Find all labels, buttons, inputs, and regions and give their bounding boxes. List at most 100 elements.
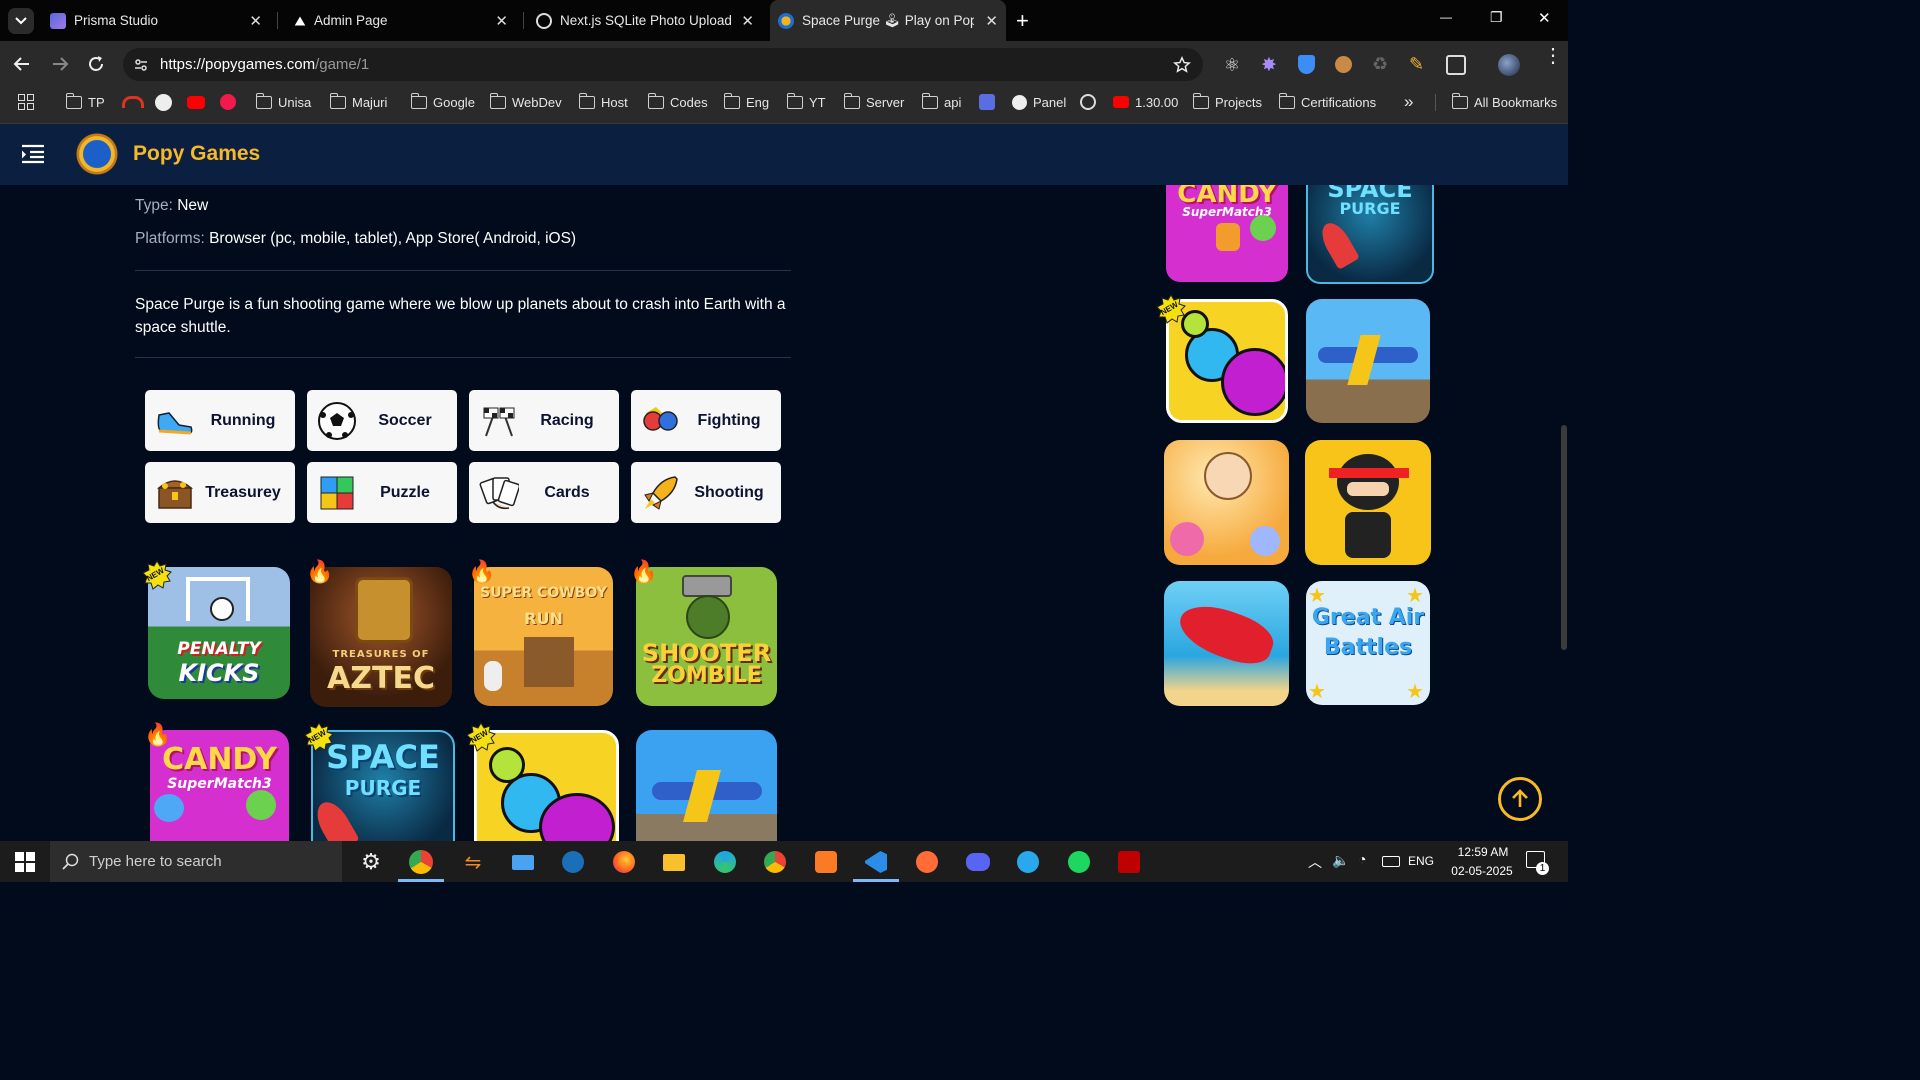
bookmark-host[interactable]: Host bbox=[579, 92, 628, 111]
profile-avatar[interactable] bbox=[1498, 54, 1520, 76]
minimize-button[interactable]: — bbox=[1440, 10, 1452, 24]
spotify-icon[interactable] bbox=[1064, 847, 1094, 877]
category-puzzle[interactable]: Puzzle bbox=[307, 462, 457, 523]
bookmark-youtube-video[interactable]: 1.30.00 bbox=[1113, 93, 1178, 111]
show-hidden-icons-icon[interactable]: ︿ bbox=[1308, 852, 1322, 872]
telegram-icon[interactable] bbox=[1013, 847, 1043, 877]
extension-pen-icon[interactable]: ✎ bbox=[1409, 54, 1424, 75]
bookmark-tools[interactable] bbox=[979, 93, 995, 111]
bookmark-unisa[interactable]: Unisa bbox=[256, 92, 311, 111]
extension-recycle-icon[interactable]: ♻ bbox=[1372, 54, 1388, 75]
battery-icon[interactable] bbox=[1382, 856, 1400, 867]
bookmark-codes[interactable]: Codes bbox=[648, 92, 708, 111]
sidebar-game-candy-chef[interactable] bbox=[1164, 440, 1289, 565]
vscode-icon[interactable] bbox=[861, 847, 891, 877]
tab-admin-page[interactable]: Admin Page ✕ bbox=[282, 0, 518, 41]
discord-icon[interactable] bbox=[963, 847, 993, 877]
language-indicator[interactable]: ENG bbox=[1408, 854, 1434, 868]
bookmark-google[interactable]: Google bbox=[411, 92, 475, 111]
menu-toggle-button[interactable] bbox=[21, 144, 45, 169]
bookmark-majuri[interactable]: Majuri bbox=[330, 92, 387, 111]
bookmark-eng[interactable]: Eng bbox=[724, 92, 769, 111]
site-name[interactable]: Popy Games bbox=[133, 142, 260, 166]
bookmark-projects[interactable]: Projects bbox=[1193, 92, 1262, 111]
extension-shield-icon[interactable] bbox=[1298, 55, 1315, 74]
apps-grid-icon[interactable] bbox=[18, 94, 34, 110]
volume-icon[interactable]: 🔈 bbox=[1332, 852, 1349, 869]
start-button[interactable] bbox=[15, 852, 35, 872]
bookmark-github[interactable] bbox=[155, 93, 172, 111]
bookmark-tp[interactable]: TP bbox=[66, 92, 105, 111]
steam-icon[interactable] bbox=[558, 847, 588, 877]
tab-nextjs-upload[interactable]: Next.js SQLite Photo Upload ✕ bbox=[528, 0, 764, 41]
game-card-shooter-zombile[interactable]: SHOOTER ZOMBILE bbox=[636, 567, 777, 706]
tab-space-purge[interactable]: Space Purge 🕹 Play on Popyg ✕ bbox=[770, 0, 1006, 41]
bookmark-youtube[interactable] bbox=[187, 93, 205, 111]
sidebar-game-ninja[interactable] bbox=[1305, 440, 1431, 565]
reload-button[interactable] bbox=[86, 54, 106, 79]
edge-icon[interactable] bbox=[710, 847, 740, 877]
game-card-super-cowboy-run[interactable]: SUPER COWBOY RUN bbox=[474, 567, 613, 706]
file-explorer-icon[interactable] bbox=[659, 847, 689, 877]
laptop-app-icon[interactable] bbox=[508, 847, 538, 877]
bookmark-play[interactable] bbox=[220, 93, 236, 111]
back-button[interactable] bbox=[12, 54, 32, 79]
close-icon[interactable]: ✕ bbox=[985, 12, 998, 30]
extension-gear-icon[interactable]: ✸ bbox=[1261, 54, 1277, 77]
sidebar-game-airplane[interactable] bbox=[1306, 299, 1430, 423]
game-card-candy-supermatch3[interactable]: CANDY SuperMatch3 bbox=[150, 730, 289, 850]
bookmark-webdev[interactable]: WebDev bbox=[490, 92, 562, 111]
back-to-top-button[interactable] bbox=[1498, 777, 1542, 821]
close-icon[interactable]: ✕ bbox=[249, 12, 262, 30]
sidebar-game-fish[interactable] bbox=[1164, 581, 1289, 706]
close-icon[interactable]: ✕ bbox=[495, 12, 508, 30]
bookmark-yt[interactable]: YT bbox=[787, 92, 826, 111]
sidebar-game-candy[interactable]: CANDY SuperMatch3 bbox=[1166, 185, 1288, 282]
page-scrollbar[interactable] bbox=[1561, 425, 1567, 650]
tab-prisma-studio[interactable]: Prisma Studio ✕ bbox=[40, 0, 272, 41]
bookmark-server[interactable]: Server bbox=[844, 92, 904, 111]
category-fighting[interactable]: Fighting bbox=[631, 390, 781, 451]
sidebar-game-great-air-battles[interactable]: Great Air Battles ★ ★ ★ ★ bbox=[1306, 581, 1430, 705]
tab-search-button[interactable] bbox=[8, 8, 34, 34]
address-bar[interactable]: https://popygames.com/game/1 bbox=[123, 48, 1203, 81]
star-icon[interactable] bbox=[1173, 56, 1191, 74]
site-logo[interactable] bbox=[74, 131, 120, 177]
category-treasurey[interactable]: Treasurey bbox=[145, 462, 295, 523]
all-bookmarks[interactable]: All Bookmarks bbox=[1452, 92, 1557, 111]
network-icon[interactable]: ◔ bbox=[1358, 851, 1366, 867]
bookmark-panel[interactable]: Panel bbox=[1012, 93, 1066, 111]
extension-cookie-icon[interactable] bbox=[1335, 56, 1352, 73]
sidebar-game-space-purge[interactable]: SPACE PURGE bbox=[1306, 185, 1434, 284]
bookmark-speedometer[interactable] bbox=[122, 93, 144, 111]
category-soccer[interactable]: Soccer bbox=[307, 390, 457, 451]
category-running[interactable]: Running bbox=[145, 390, 295, 451]
more-bookmarks-button[interactable]: » bbox=[1404, 92, 1413, 111]
close-icon[interactable]: ✕ bbox=[741, 12, 754, 30]
close-window-button[interactable]: ✕ bbox=[1538, 9, 1551, 27]
postman-icon[interactable] bbox=[912, 847, 942, 877]
category-cards[interactable]: Cards bbox=[469, 462, 619, 523]
game-card-treasures-of-aztec[interactable]: TREASURES OF AZTEC bbox=[310, 567, 452, 707]
settings-gear-icon[interactable]: ⚙ bbox=[356, 847, 386, 877]
firefox-icon[interactable] bbox=[609, 847, 639, 877]
arrows-app-icon[interactable]: ⇋ bbox=[458, 847, 488, 877]
bookmark-api[interactable]: api bbox=[922, 92, 961, 111]
xampp-icon[interactable] bbox=[811, 847, 841, 877]
site-info-icon[interactable] bbox=[133, 57, 149, 73]
chrome-profile-icon[interactable] bbox=[760, 847, 790, 877]
bookmark-openai[interactable] bbox=[1080, 93, 1096, 111]
filezilla-icon[interactable] bbox=[1114, 847, 1144, 877]
new-tab-button[interactable]: + bbox=[1016, 8, 1029, 34]
browser-menu-icon[interactable]: ⋮ bbox=[1543, 46, 1563, 66]
forward-button[interactable] bbox=[50, 54, 70, 79]
category-racing[interactable]: Racing bbox=[469, 390, 619, 451]
clock-date[interactable]: 02-05-2025 bbox=[1442, 864, 1522, 878]
category-shooting[interactable]: Shooting bbox=[631, 462, 781, 523]
taskbar-search[interactable]: Type here to search bbox=[50, 841, 342, 882]
restore-button[interactable]: ❐ bbox=[1490, 9, 1503, 26]
extension-react-icon[interactable]: ⚛ bbox=[1224, 55, 1240, 76]
extensions-puzzle-icon[interactable] bbox=[1446, 55, 1466, 75]
bookmark-certifications[interactable]: Certifications bbox=[1279, 92, 1376, 111]
game-card-airplane[interactable] bbox=[636, 730, 777, 850]
